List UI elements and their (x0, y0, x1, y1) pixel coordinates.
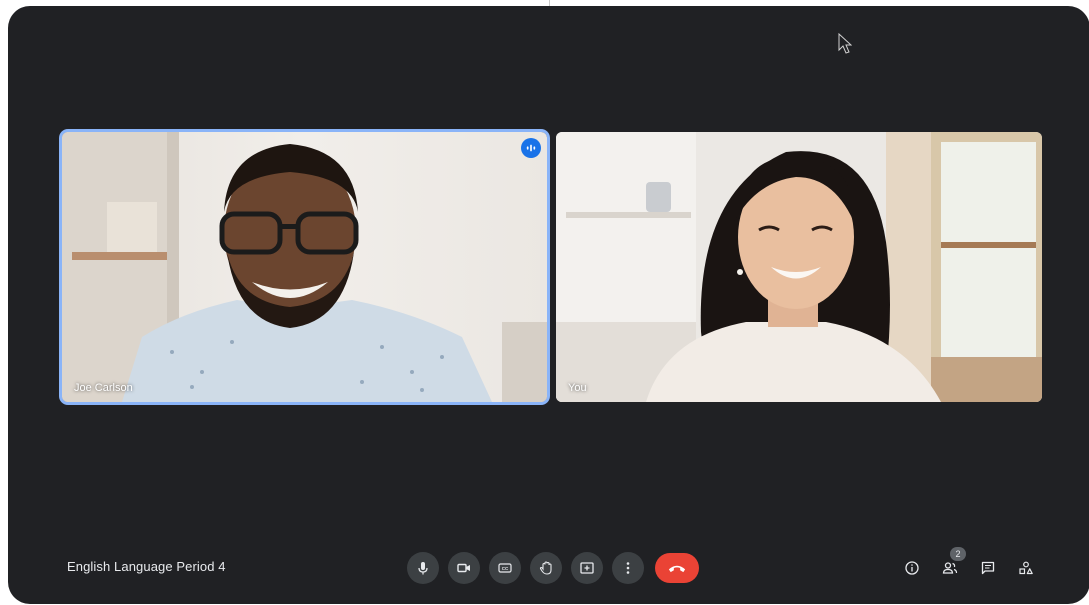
mic-icon (418, 562, 428, 575)
mouse-cursor-icon (838, 33, 852, 54)
participant-name: Joe Carlson (74, 382, 133, 394)
present-screen-button[interactable] (571, 552, 603, 584)
raise-hand-button[interactable] (530, 552, 562, 584)
end-call-icon (668, 565, 686, 572)
svg-text:CC: CC (502, 566, 509, 571)
microphone-button[interactable] (407, 552, 439, 584)
captions-button[interactable]: CC (489, 552, 521, 584)
more-options-icon (626, 562, 630, 574)
people-icon (942, 562, 958, 574)
participant-tile-joe[interactable]: Joe Carlson (62, 132, 547, 402)
participant-count-badge: 2 (950, 547, 966, 561)
chat-icon (981, 561, 995, 575)
raise-hand-icon (539, 561, 552, 575)
meet-window: Joe Carlson You English Language Period … (8, 6, 1089, 604)
participant-tile-self[interactable]: You (556, 132, 1042, 402)
camera-icon (457, 563, 470, 573)
chat-button[interactable] (975, 555, 1001, 581)
activities-button[interactable] (1013, 555, 1039, 581)
present-screen-icon (580, 562, 594, 574)
activities-icon (1019, 561, 1033, 575)
more-options-button[interactable] (612, 552, 644, 584)
end-call-button[interactable] (655, 553, 699, 583)
audio-level-icon (526, 144, 536, 152)
participant-name: You (568, 382, 587, 394)
speaking-indicator (521, 138, 541, 158)
participant-video-self (556, 132, 1042, 402)
camera-button[interactable] (448, 552, 480, 584)
call-controls: CC (407, 552, 699, 584)
meeting-details-button[interactable] (899, 555, 925, 581)
captions-icon: CC (498, 563, 512, 573)
top-divider (549, 0, 550, 6)
participant-video-joe (62, 132, 547, 402)
side-tools: 2 (899, 547, 1051, 581)
people-button[interactable]: 2 (937, 547, 966, 581)
meeting-title: English Language Period 4 (67, 559, 226, 574)
info-icon (905, 561, 919, 575)
